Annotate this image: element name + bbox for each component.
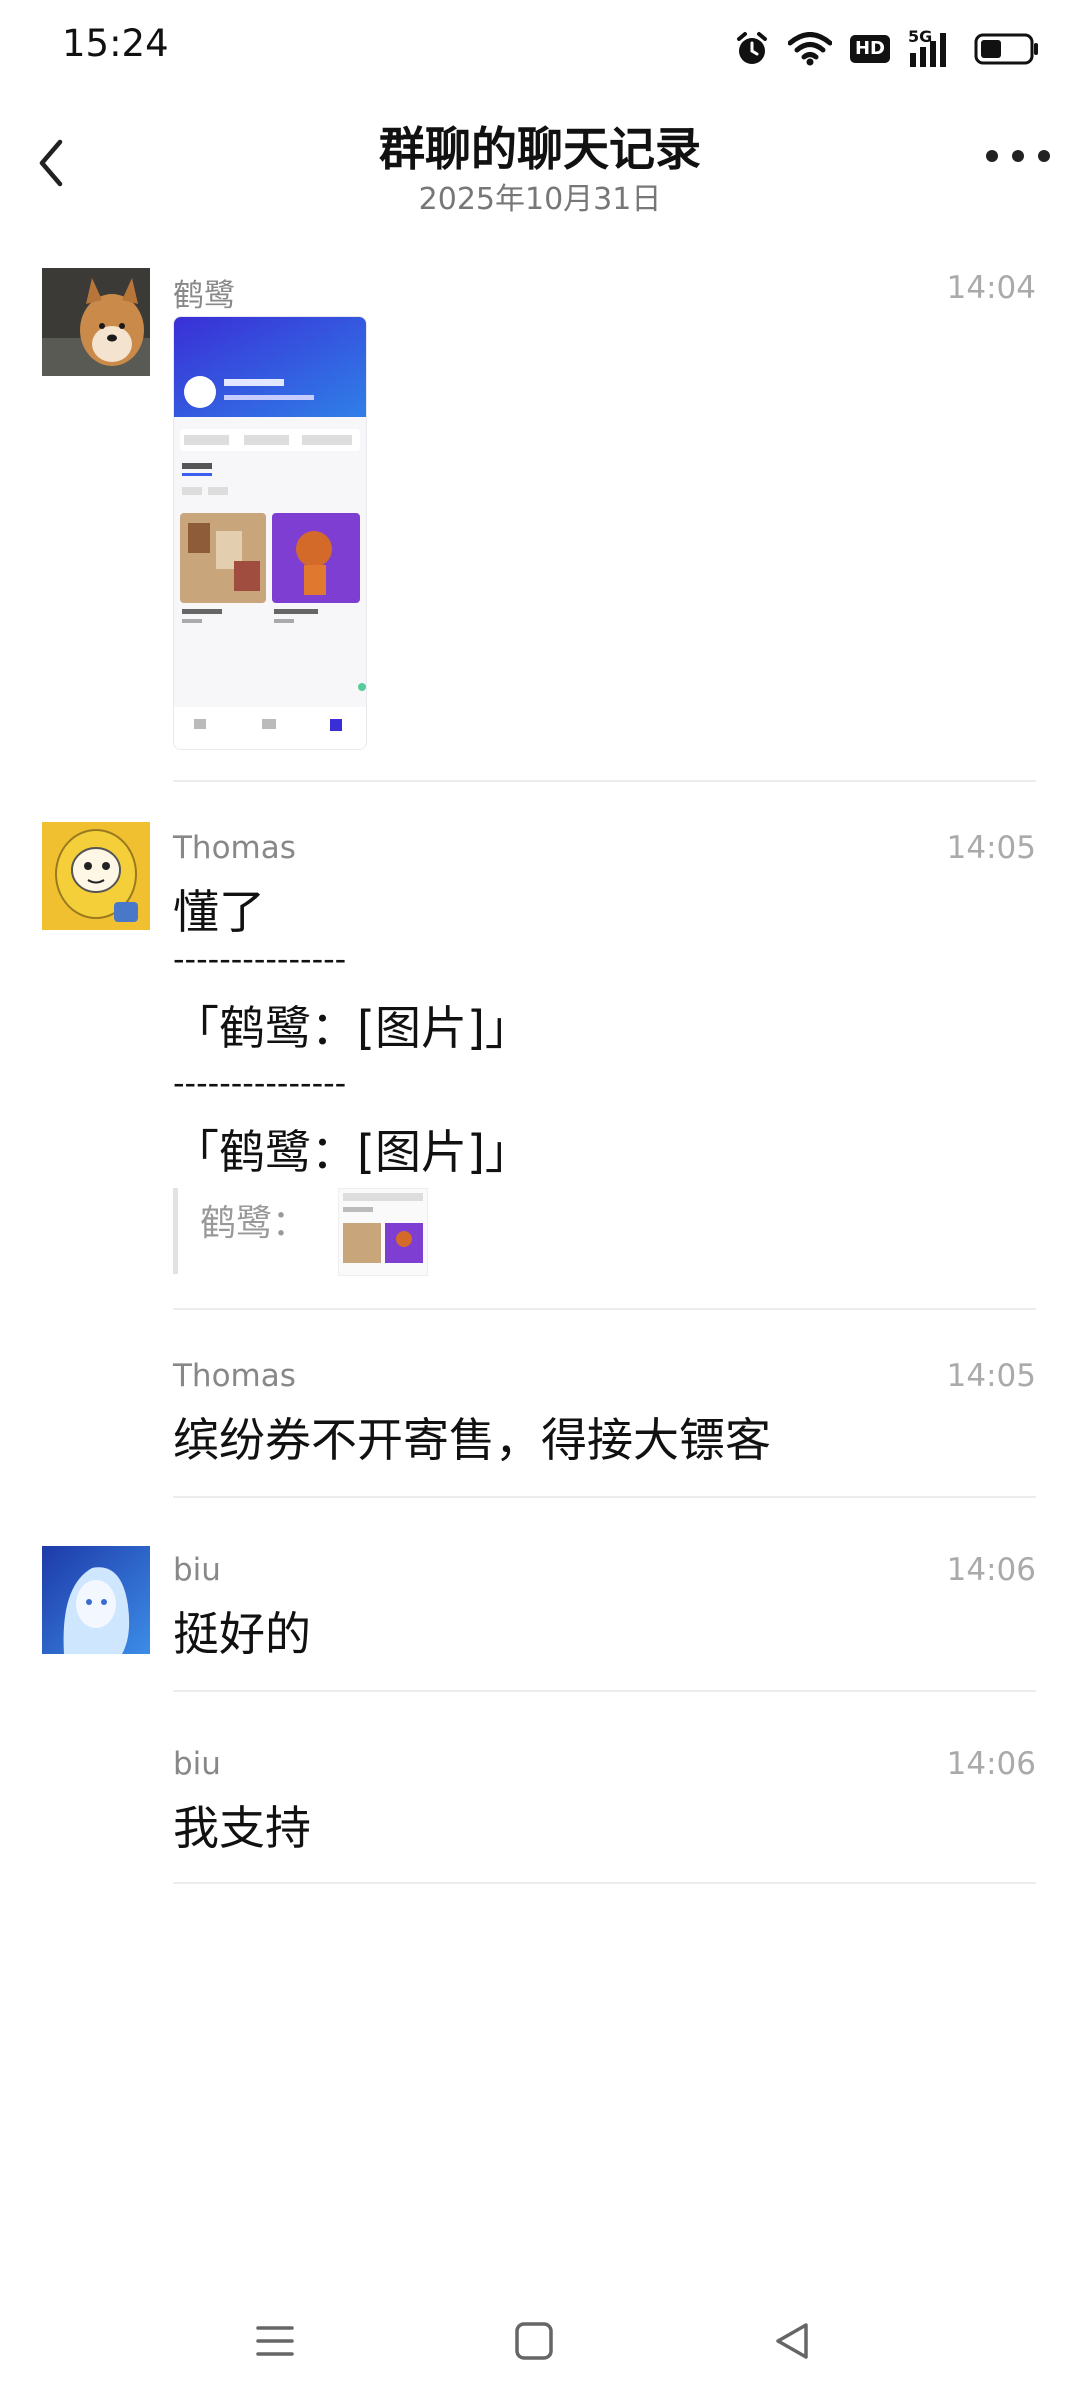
quoted-reference: 「鹤鹭：[图片]」 (173, 1001, 531, 1055)
message-text: 缤纷券不开寄售，得接大镖客 (173, 1413, 771, 1467)
chat-message: 鹤鹭 14:04 (0, 260, 1080, 790)
hd-icon: HD (849, 35, 890, 63)
quote-thumbnail (339, 1189, 427, 1275)
shiba-dog-avatar-icon (42, 268, 150, 376)
battery-icon (974, 33, 1038, 65)
quote-sender: 鹤鹭： (200, 1203, 309, 1244)
home-icon (515, 2322, 553, 2360)
message-time: 14:04 (946, 270, 1036, 306)
anime-girl-avatar-icon (42, 1546, 150, 1654)
message-divider (173, 1690, 1036, 1692)
message-divider (173, 1882, 1036, 1884)
chat-message: Thomas 14:05 缤纷券不开寄售，得接大镖客 (0, 1352, 1080, 1502)
system-nav-bar (0, 2290, 1080, 2408)
message-separator: --------------- (173, 940, 347, 978)
quote-image[interactable] (338, 1188, 428, 1276)
message-sender: biu (173, 1746, 221, 1782)
avatar[interactable] (42, 1546, 150, 1654)
message-sender: biu (173, 1552, 221, 1588)
message-divider (173, 780, 1036, 782)
message-image[interactable] (173, 316, 367, 750)
menu-icon (256, 2326, 294, 2356)
message-text: 我支持 (173, 1801, 311, 1855)
message-text: 懂了 (173, 885, 265, 939)
quote-box[interactable]: 鹤鹭： (173, 1188, 478, 1276)
message-sender: Thomas (173, 1358, 296, 1394)
message-time: 14:06 (946, 1746, 1036, 1782)
chat-message: Thomas 14:05 懂了 --------------- 「鹤鹭：[图片]… (0, 822, 1080, 1312)
signal-5g-icon: 5G (908, 27, 956, 69)
avatar[interactable] (42, 268, 150, 376)
page-subtitle: 2025年10月31日 (418, 182, 662, 217)
message-sender: Thomas (173, 830, 296, 866)
status-icons: HD 5G (734, 26, 1040, 72)
message-time: 14:06 (946, 1552, 1036, 1588)
wifi-icon (787, 32, 832, 66)
message-sender: 鹤鹭 (173, 278, 235, 314)
chat-message: biu 14:06 挺好的 (0, 1546, 1080, 1696)
message-text: 挺好的 (173, 1607, 311, 1661)
back-icon (776, 2323, 808, 2359)
more-button[interactable] (986, 144, 1050, 168)
more-dots-icon (986, 150, 998, 162)
alarm-icon (736, 32, 767, 64)
header: 群聊的聊天记录 2025年10月31日 (0, 96, 1080, 236)
menu-button[interactable] (254, 2320, 296, 2366)
message-separator: --------------- (173, 1064, 347, 1102)
avatar[interactable] (42, 822, 150, 930)
page-title: 群聊的聊天记录 (379, 122, 701, 176)
message-divider (173, 1496, 1036, 1498)
quoted-reference: 「鹤鹭：[图片]」 (173, 1125, 531, 1179)
status-bar: 15:24 HD 5G (0, 0, 1080, 96)
app-screenshot-thumbnail (174, 317, 366, 749)
back-nav-button[interactable] (772, 2320, 812, 2366)
message-time: 14:05 (946, 830, 1036, 866)
chat-message: biu 14:06 我支持 (0, 1740, 1080, 1890)
home-button[interactable] (514, 2320, 554, 2366)
yellow-cartoon-avatar-icon (42, 822, 150, 930)
status-time: 15:24 (62, 22, 169, 65)
message-time: 14:05 (946, 1358, 1036, 1394)
message-divider (173, 1308, 1036, 1310)
